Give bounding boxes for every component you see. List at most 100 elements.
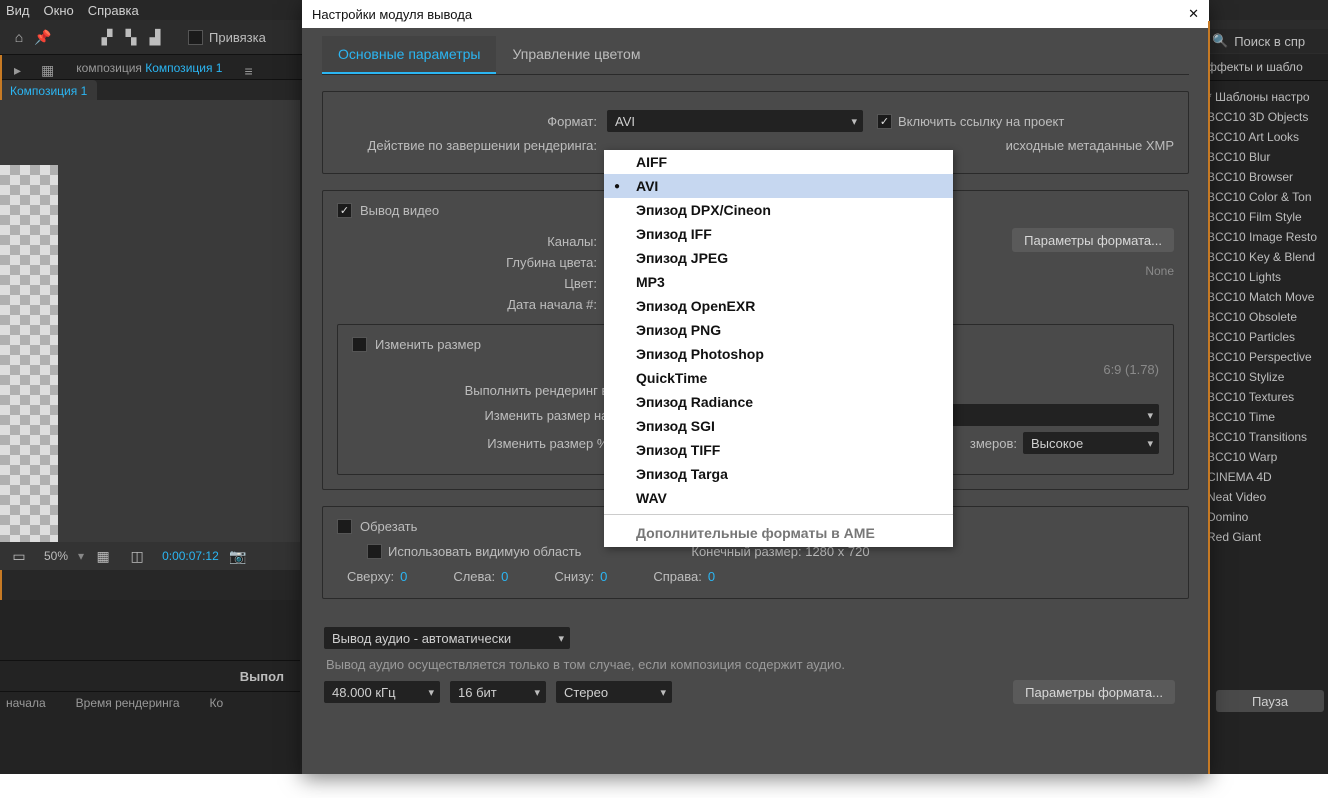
effects-list-item[interactable]: BCC10 Stylize xyxy=(1203,367,1328,387)
color-label: Цвет: xyxy=(337,276,607,291)
quality-select[interactable]: Высокое xyxy=(1023,432,1159,454)
menu-help[interactable]: Справка xyxy=(88,3,139,18)
format-option[interactable]: WAV xyxy=(604,486,953,510)
axis-view-icon[interactable]: ▟ xyxy=(146,28,164,46)
fill-icon[interactable]: ▭ xyxy=(10,547,28,565)
include-proj-checkbox[interactable]: ✓ Включить ссылку на проект xyxy=(877,114,1064,129)
rq-tab[interactable]: Выпол xyxy=(232,661,292,691)
format-option[interactable]: AVI xyxy=(604,174,953,198)
effects-list-item[interactable]: BCC10 Perspective xyxy=(1203,347,1328,367)
mask-icon[interactable]: ◫ xyxy=(128,547,146,565)
viewer-zoom[interactable]: 50% xyxy=(44,549,68,563)
effects-list-item[interactable]: Red Giant xyxy=(1203,527,1328,547)
dialog-tab-main[interactable]: Основные параметры xyxy=(322,36,496,74)
effects-list-item[interactable]: BCC10 Textures xyxy=(1203,387,1328,407)
panel-menu-icon[interactable]: ▸ xyxy=(14,62,21,79)
effects-list-item[interactable]: * Шаблоны настро xyxy=(1203,87,1328,107)
format-option[interactable]: AIFF xyxy=(604,150,953,174)
dialog-tab-color[interactable]: Управление цветом xyxy=(496,36,656,74)
rq-col-rendertime: Время рендеринга xyxy=(76,696,180,710)
rq-headers: начала Время рендеринга Ко xyxy=(0,692,300,714)
audio-mode-select[interactable]: Вывод аудио - автоматически xyxy=(324,627,570,649)
format-option[interactable]: Эпизод TIFF xyxy=(604,438,953,462)
format-dropdown[interactable]: AIFFAVIЭпизод DPX/CineonЭпизод IFFЭпизод… xyxy=(604,150,953,547)
format-select[interactable]: AVI xyxy=(607,110,863,132)
effects-list-item[interactable]: BCC10 Film Style xyxy=(1203,207,1328,227)
effects-list-item[interactable]: BCC10 Blur xyxy=(1203,147,1328,167)
effects-list-item[interactable]: BCC10 Particles xyxy=(1203,327,1328,347)
menu-window[interactable]: Окно xyxy=(44,3,74,18)
format-option[interactable]: Эпизод SGI xyxy=(604,414,953,438)
pin-icon[interactable]: 📌 xyxy=(34,28,52,46)
effects-list-item[interactable]: BCC10 Obsolete xyxy=(1203,307,1328,327)
home-icon[interactable]: ⌂ xyxy=(10,28,28,46)
snap-checkbox[interactable]: Привязка xyxy=(188,30,266,45)
format-option[interactable]: QuickTime xyxy=(604,366,953,390)
effects-list-item[interactable]: BCC10 Image Resto xyxy=(1203,227,1328,247)
effects-list-item[interactable]: BCC10 Color & Ton xyxy=(1203,187,1328,207)
aspect-note: 6:9 (1.78) xyxy=(1103,362,1159,377)
snapshot-icon[interactable]: 📷 xyxy=(229,547,247,565)
format-option[interactable]: Эпизод Radiance xyxy=(604,390,953,414)
format-option[interactable]: MP3 xyxy=(604,270,953,294)
format-option[interactable]: Эпизод IFF xyxy=(604,222,953,246)
bit-depth-select[interactable]: 16 бит xyxy=(450,681,546,703)
effects-list-item[interactable]: BCC10 Lights xyxy=(1203,267,1328,287)
format-label: Формат: xyxy=(337,114,607,129)
crop-bottom-value[interactable]: 0 xyxy=(600,569,607,584)
effects-list-item[interactable]: BCC10 Key & Blend xyxy=(1203,247,1328,267)
format-options-button[interactable]: Параметры формата... xyxy=(1012,228,1174,252)
crop-top-value[interactable]: 0 xyxy=(400,569,407,584)
effects-list-item[interactable]: Domino xyxy=(1203,507,1328,527)
format-option[interactable]: Эпизод PNG xyxy=(604,318,953,342)
snap-label: Привязка xyxy=(209,30,266,45)
crop-checkbox[interactable] xyxy=(337,519,352,534)
channels-select[interactable]: Стерео xyxy=(556,681,672,703)
video-out-label: Вывод видео xyxy=(360,203,439,218)
effects-list-item[interactable]: Neat Video xyxy=(1203,487,1328,507)
effects-list-item[interactable]: BCC10 Transitions xyxy=(1203,427,1328,447)
axis-local-icon[interactable]: ▞ xyxy=(98,28,116,46)
format-option[interactable]: Эпизод JPEG xyxy=(604,246,953,270)
close-icon[interactable]: ✕ xyxy=(1188,6,1199,22)
audio-note: Вывод аудио осуществляется только в том … xyxy=(326,657,1175,672)
effects-panel-header: ффекты и шабло xyxy=(1203,54,1328,81)
effects-list-item[interactable]: CINEMA 4D xyxy=(1203,467,1328,487)
grid-icon[interactable]: ▦ xyxy=(94,547,112,565)
panel-layers-icon[interactable]: ▦ xyxy=(41,62,54,79)
viewer-controls: ▭ 50% ▾ ▦ ◫ 0:00:07:12 📷 xyxy=(0,542,300,570)
format-option-more[interactable]: Дополнительные форматы в AME xyxy=(604,514,953,547)
resize-checkbox[interactable] xyxy=(352,337,367,352)
viewer-tab-1[interactable]: Композиция 1 xyxy=(0,80,97,101)
audio-format-options-button[interactable]: Параметры формата... xyxy=(1013,680,1175,704)
axis-world-icon[interactable]: ▚ xyxy=(122,28,140,46)
effects-list-item[interactable]: BCC10 Art Looks xyxy=(1203,127,1328,147)
crop-left-value[interactable]: 0 xyxy=(501,569,508,584)
format-option[interactable]: Эпизод Photoshop xyxy=(604,342,953,366)
format-option[interactable]: Эпизод OpenEXR xyxy=(604,294,953,318)
pause-button[interactable]: Пауза xyxy=(1216,690,1324,712)
use-roi-checkbox[interactable]: Использовать видимую область xyxy=(367,544,581,559)
effects-list-item[interactable]: BCC10 Warp xyxy=(1203,447,1328,467)
format-option[interactable]: Эпизод Targa xyxy=(604,462,953,486)
dialog-title: Настройки модуля вывода xyxy=(312,7,472,22)
search-input[interactable]: 🔍 Поиск в спр xyxy=(1207,29,1328,53)
comp-tab-menu-icon[interactable]: ≡ xyxy=(244,63,252,79)
crop-right-value[interactable]: 0 xyxy=(708,569,715,584)
resize-pct-label: Изменить размер %: xyxy=(352,436,622,451)
effects-list-item[interactable]: BCC10 Match Move xyxy=(1203,287,1328,307)
effects-list-item[interactable]: BCC10 3D Objects xyxy=(1203,107,1328,127)
transparency-grid xyxy=(0,165,58,569)
resize-to-select[interactable] xyxy=(943,404,1159,426)
format-option[interactable]: Эпизод DPX/Cineon xyxy=(604,198,953,222)
sample-rate-select[interactable]: 48.000 кГц xyxy=(324,681,440,703)
comp-tab[interactable]: композиция Композиция 1 xyxy=(68,57,230,79)
crop-right-label: Справа: xyxy=(653,569,702,584)
video-out-checkbox[interactable]: ✓ xyxy=(337,203,352,218)
effects-list[interactable]: * Шаблоны настроBCC10 3D ObjectsBCC10 Ar… xyxy=(1203,81,1328,774)
viewer-timecode[interactable]: 0:00:07:12 xyxy=(162,549,219,563)
effects-panel: ффекты и шабло * Шаблоны настроBCC10 3D … xyxy=(1203,54,1328,774)
effects-list-item[interactable]: BCC10 Time xyxy=(1203,407,1328,427)
menu-view[interactable]: Вид xyxy=(6,3,30,18)
effects-list-item[interactable]: BCC10 Browser xyxy=(1203,167,1328,187)
